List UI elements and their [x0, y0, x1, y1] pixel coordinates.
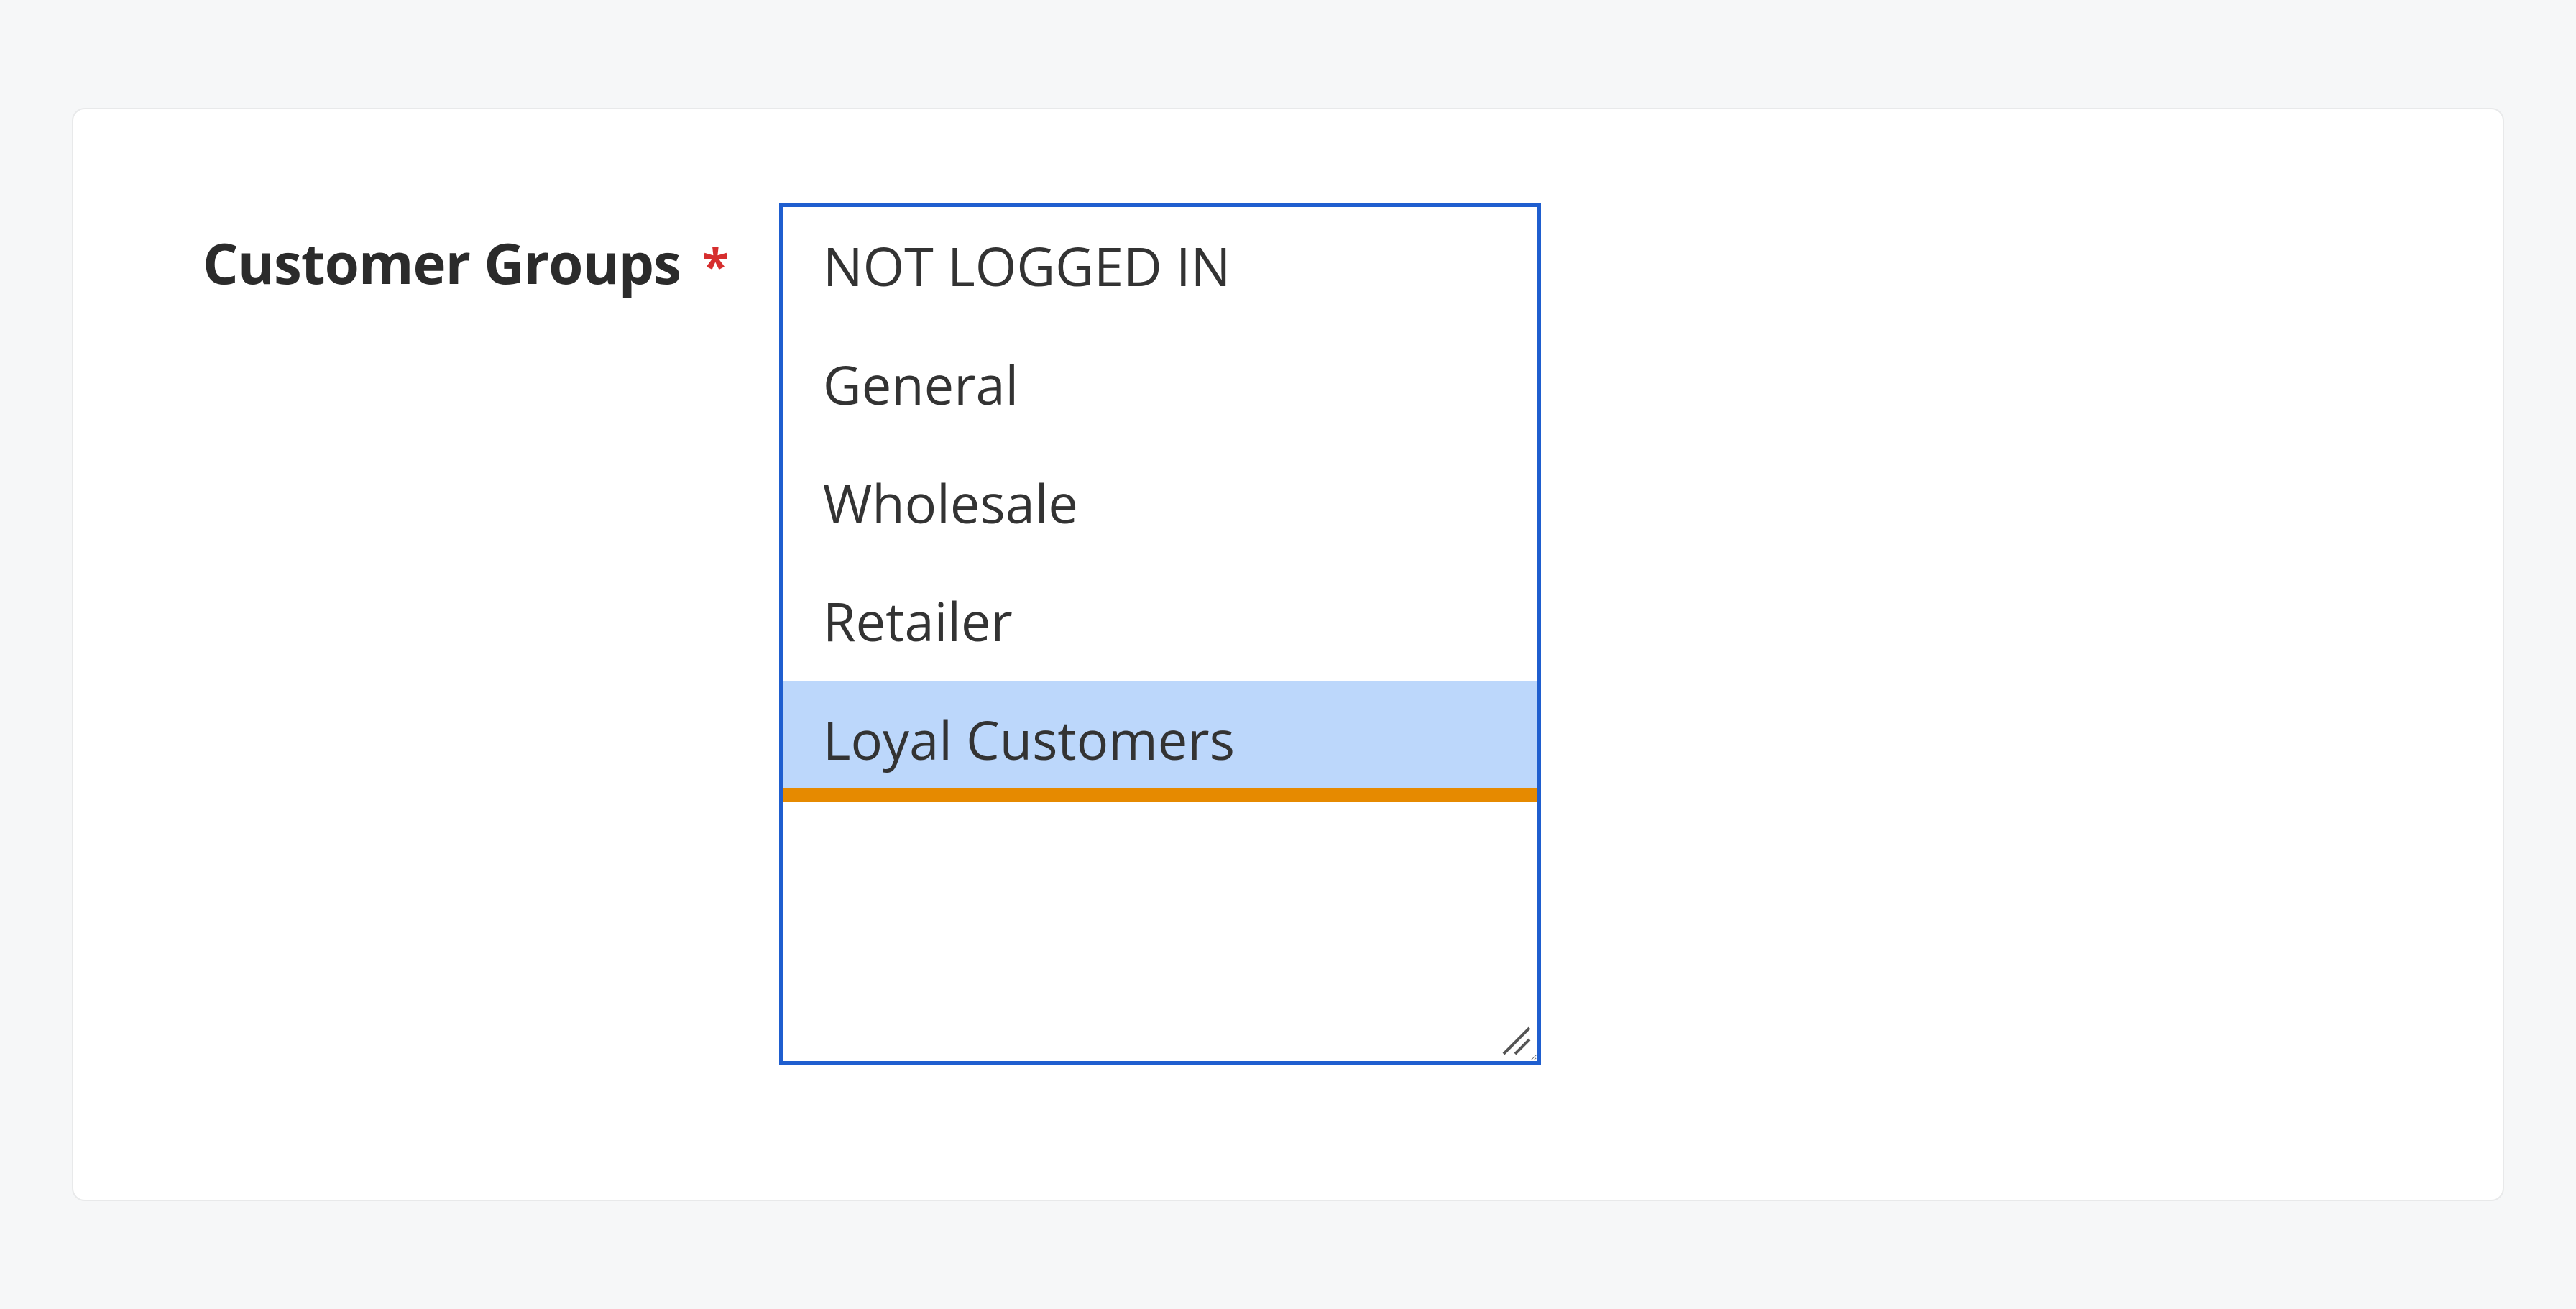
- option-loyal-customers[interactable]: Loyal Customers: [783, 681, 1537, 799]
- field-label-group: Customer Groups *: [203, 203, 729, 300]
- option-general[interactable]: General: [783, 326, 1537, 444]
- option-retailer[interactable]: Retailer: [783, 562, 1537, 681]
- option-not-logged-in[interactable]: NOT LOGGED IN: [783, 207, 1537, 326]
- customer-groups-row: Customer Groups * NOT LOGGED IN General …: [203, 203, 2373, 1065]
- customer-groups-multiselect[interactable]: NOT LOGGED IN General Wholesale Retailer…: [779, 203, 1541, 1065]
- customer-groups-label: Customer Groups: [203, 224, 681, 300]
- required-asterisk-icon: *: [702, 231, 729, 298]
- resize-handle-icon: [1495, 1019, 1531, 1055]
- form-panel: Customer Groups * NOT LOGGED IN General …: [72, 108, 2504, 1201]
- option-wholesale[interactable]: Wholesale: [783, 444, 1537, 563]
